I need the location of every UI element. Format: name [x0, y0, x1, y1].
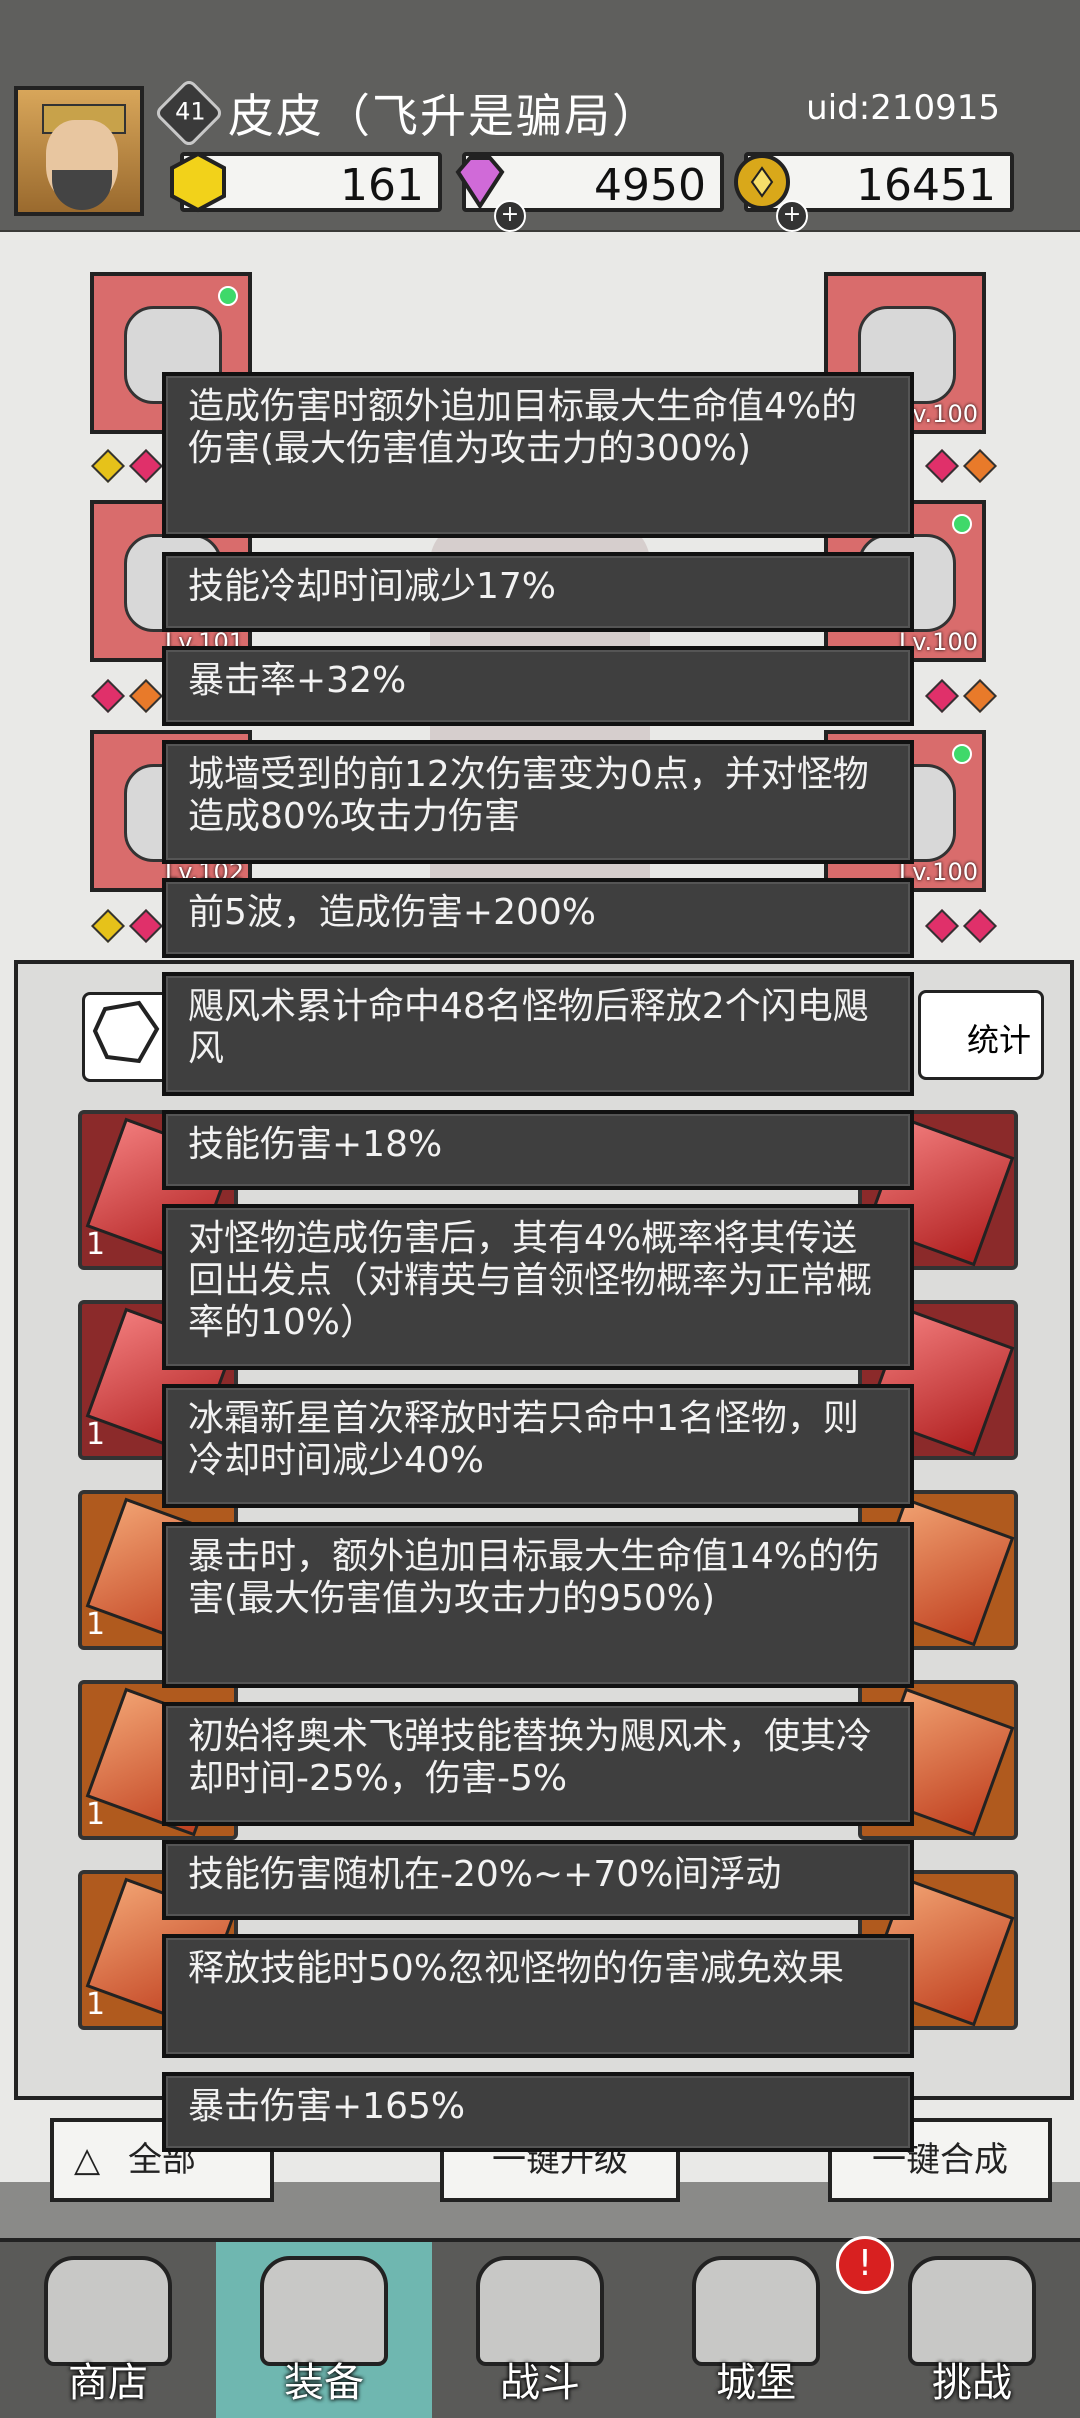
upgrade-dot: [952, 514, 972, 534]
item-count: 1: [86, 1607, 106, 1642]
add-gem-icon[interactable]: +: [494, 200, 526, 232]
effect-line: 冰霜新星首次释放时若只命中1名怪物，则冷却时间减少40%: [162, 1384, 914, 1508]
effect-line: 造成伤害时额外追加目标最大生命值4%的伤害(最大伤害值为攻击力的300%): [162, 372, 914, 538]
player-avatar[interactable]: [14, 86, 144, 216]
effect-line: 技能伤害+18%: [162, 1110, 914, 1190]
effect-line: 飓风术累计命中48名怪物后释放2个闪电飓风: [162, 972, 914, 1096]
player-name: 皮皮（飞升是骗局）: [228, 89, 660, 143]
effect-line: 技能冷却时间减少17%: [162, 552, 914, 632]
gold-value: 161: [340, 160, 424, 211]
tab-challenge[interactable]: 挑战: [864, 2242, 1080, 2418]
tab-equipment[interactable]: 装备: [216, 2242, 432, 2418]
item-count: 1: [86, 1987, 106, 2022]
gem-sockets: [91, 679, 172, 713]
tab-battle[interactable]: 战斗: [432, 2242, 648, 2418]
item-count: 1: [86, 1417, 106, 1452]
add-coin-icon[interactable]: +: [776, 200, 808, 232]
level-badge: 41: [153, 77, 225, 149]
tab-battle-label: 战斗: [500, 2360, 580, 2406]
item-count: 1: [86, 1797, 106, 1832]
gem-currency[interactable]: + 4950: [455, 152, 724, 232]
stats-button[interactable]: 统计: [918, 990, 1044, 1080]
gem-sockets: [925, 909, 1006, 943]
level-value: 41: [175, 97, 206, 126]
effect-line: 前5波，造成伤害+200%: [162, 878, 914, 958]
effect-line: 释放技能时50%忽视怪物的伤害减免效果: [162, 1934, 914, 2058]
upgrade-dot: [218, 286, 238, 306]
gold-currency[interactable]: 161: [170, 151, 442, 213]
effect-line: 对怪物造成伤害后，其有4%概率将其传送回出发点（对精英与首领怪物概率为正常概率的…: [162, 1204, 914, 1370]
gem-sockets: [91, 909, 172, 943]
coin-currency[interactable]: + 16451: [734, 152, 1014, 232]
gem-filter-icon: [92, 1000, 160, 1064]
tab-castle[interactable]: 城堡: [648, 2242, 864, 2418]
gem-sockets: [925, 449, 1006, 483]
up-arrow-icon: △: [74, 2140, 101, 2180]
stats-label: 统计: [966, 1021, 1031, 1059]
gem-sockets: [925, 679, 1006, 713]
gem-sockets: [91, 449, 172, 483]
effect-line: 暴击伤害+165%: [162, 2072, 914, 2152]
effect-line: 初始将奥术飞弹技能替换为飓风术，使其冷却时间-25%，伤害-5%: [162, 1702, 914, 1826]
tab-shop[interactable]: 商店: [0, 2242, 216, 2418]
effect-line: 城墙受到的前12次伤害变为0点，并对怪物造成80%攻击力伤害: [162, 740, 914, 864]
tab-equipment-label: 装备: [284, 2360, 364, 2406]
tab-shop-label: 商店: [68, 2360, 148, 2406]
uid-label: uid:210915: [806, 88, 1000, 128]
upgrade-dot: [952, 744, 972, 764]
gem-value: 4950: [594, 160, 706, 211]
effect-line: 暴击率+32%: [162, 646, 914, 726]
gold-hexagon-icon: [170, 151, 226, 213]
coin-value: 16451: [856, 160, 996, 211]
tab-castle-label: 城堡: [716, 2360, 796, 2406]
effect-line: 技能伤害随机在-20%~+70%间浮动: [162, 1840, 914, 1920]
beard-icon: [52, 170, 112, 210]
top-bar: 41 皮皮（飞升是骗局） uid:210915 161 + 4950 + 164…: [0, 0, 1080, 234]
effect-line: 暴击时，额外追加目标最大生命值14%的伤害(最大伤害值为攻击力的950%): [162, 1522, 914, 1688]
bottom-nav: 商店 装备 战斗 城堡 挑战: [0, 2238, 1080, 2418]
tab-challenge-label: 挑战: [932, 2360, 1012, 2406]
item-count: 1: [86, 1227, 106, 1262]
notification-badge: !: [836, 2236, 894, 2294]
